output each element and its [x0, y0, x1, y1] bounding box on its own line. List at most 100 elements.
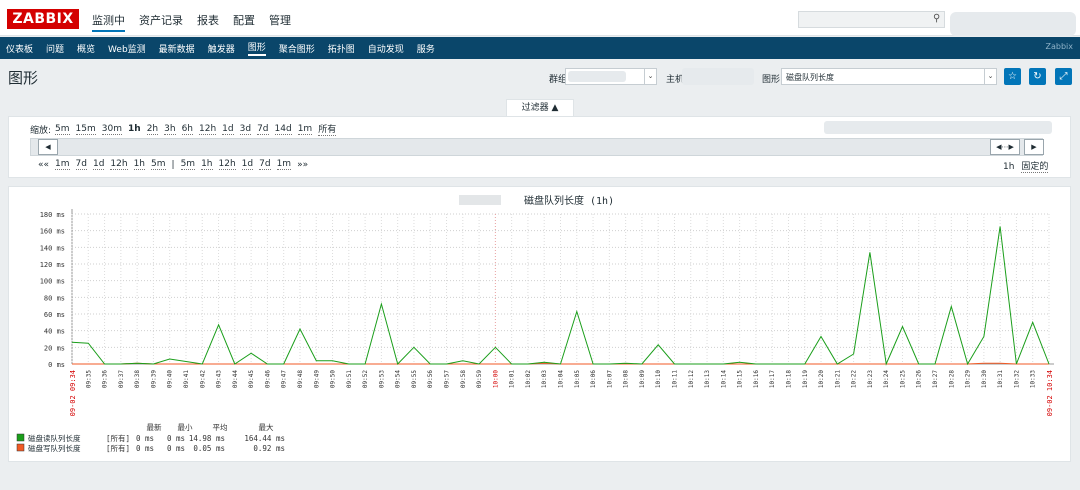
period-fwd[interactable]: 5m [180, 159, 196, 170]
x-tick-label: 10:03 [541, 370, 548, 388]
x-tick-label: 09:41 [183, 370, 190, 388]
x-tick-label: 09:38 [134, 370, 141, 388]
subnav-problems[interactable]: 问题 [46, 42, 64, 55]
zoom-option[interactable]: 3h [164, 124, 176, 135]
menu-configuration[interactable]: 配置 [233, 12, 255, 32]
legend-value: 14.98 ms [189, 434, 225, 443]
period-suffix: »» [297, 159, 309, 170]
x-tick-label: 10:11 [671, 370, 678, 388]
group-select[interactable]: ⌄ [565, 68, 657, 85]
menu-reports[interactable]: 报表 [197, 12, 219, 32]
x-tick-label: 09:47 [281, 370, 288, 388]
y-ticks: 180 ms 160 ms 140 ms 120 ms 100 ms 80 ms 60 ms… [40, 211, 65, 369]
x-tick-label: 09:43 [216, 370, 223, 388]
graph-select[interactable]: 磁盘队列长度 ⌄ [781, 68, 997, 85]
subnav-graphs[interactable]: 图形 [247, 40, 266, 56]
x-tick-label: 10:05 [574, 370, 581, 388]
zoom-option[interactable]: 2h [146, 124, 159, 135]
x-tick-label: 10:13 [704, 370, 711, 388]
search-icon[interactable]: ⚲ [933, 13, 940, 24]
timeline-scrollbar[interactable] [30, 138, 1043, 156]
period-value: 1h [1003, 162, 1015, 172]
period-fwd[interactable]: 7d [259, 159, 271, 170]
x-tick-label: 10:23 [867, 370, 874, 388]
period-fwd[interactable]: 1d [241, 159, 254, 170]
zoom-option[interactable]: 1d [222, 124, 234, 135]
x-tick-label: 10:26 [916, 370, 923, 388]
legend-header: 最小 [178, 423, 193, 432]
timeline-handle[interactable]: ◀⋯▶ [990, 139, 1020, 155]
x-tick-label: 10:32 [1013, 370, 1020, 388]
subnav-latest-data[interactable]: 最新数据 [159, 42, 195, 55]
subnav-overview[interactable]: 概览 [77, 42, 95, 55]
legend-scope: [所有] [106, 443, 130, 453]
legend-header: 最新 [147, 422, 162, 432]
period-info: 1h 固定的 [999, 159, 1049, 173]
x-tick-label: 10:19 [802, 370, 809, 388]
x-tick-label: 10:18 [785, 370, 792, 388]
x-tick-label: 09:54 [395, 370, 402, 388]
subnav-services[interactable]: 服务 [417, 42, 435, 55]
period-fwd[interactable]: 12h [218, 159, 236, 170]
scroll-right-icon[interactable]: ▶ [1024, 139, 1044, 155]
refresh-icon[interactable]: ↻ [1029, 68, 1046, 85]
period-fwd[interactable]: 1m [276, 159, 292, 170]
top-bar: ZABBIX 监测中 资产记录 报表 配置 管理 ⚲ [0, 0, 1080, 36]
user-area[interactable] [950, 12, 1076, 36]
legend-value: 0.92 ms [253, 444, 285, 453]
x-tick-label: 10:28 [948, 370, 955, 388]
x-tick-label: 10:31 [997, 370, 1004, 388]
period-fwd[interactable]: 1h [201, 159, 213, 170]
x-tick-label: 10:29 [965, 370, 972, 388]
zoom-option[interactable]: 7d [257, 124, 269, 135]
x-tick-label: 09:59 [476, 370, 483, 388]
zoom-option[interactable]: 5m [55, 124, 70, 135]
x-tick-label: 10:21 [834, 370, 841, 388]
zoom-row: 缩放: 5m 15m 30m 1h 2h 3h 6h 12h 1d 3d 7d … [30, 122, 342, 136]
zoom-option[interactable]: 12h [199, 124, 217, 135]
time-range-redacted [824, 121, 1052, 134]
zoom-option[interactable]: 14d [274, 124, 292, 135]
subnav-maps[interactable]: 拓扑图 [328, 42, 355, 55]
period-back[interactable]: 12h [110, 159, 128, 170]
subnav-dashboard[interactable]: 仪表板 [6, 42, 33, 55]
subnav-triggers[interactable]: 触发器 [208, 42, 235, 55]
subnav-screens[interactable]: 聚合图形 [279, 42, 315, 55]
zoom-option[interactable]: 30m [101, 124, 123, 135]
menu-monitoring[interactable]: 监测中 [92, 12, 125, 32]
x-tick-label: 10:27 [932, 370, 939, 388]
search-input[interactable] [798, 11, 945, 28]
main-menu: 监测中 资产记录 报表 配置 管理 [92, 12, 305, 32]
x-tick-label: 09:52 [362, 370, 369, 388]
group-value-redacted [568, 71, 626, 82]
y-tick-label: 20 ms [44, 344, 65, 352]
sub-navigation: 仪表板 问题 概览 Web监测 最新数据 触发器 图形 聚合图形 拓扑图 自动发… [0, 37, 1080, 59]
period-back[interactable]: 1d [92, 159, 105, 170]
zoom-option-active[interactable]: 1h [128, 124, 141, 134]
period-back[interactable]: 5m [151, 159, 166, 170]
x-tick-label: 10:17 [769, 370, 776, 388]
legend-header: 最大 [259, 422, 274, 432]
subnav-web[interactable]: Web监测 [108, 42, 146, 55]
x-tick-label: 09:48 [297, 370, 304, 388]
zabbix-logo[interactable]: ZABBIX [7, 9, 79, 29]
legend-swatch [16, 433, 25, 442]
scroll-left-icon[interactable]: ◀ [38, 139, 58, 155]
period-back[interactable]: 7d [75, 159, 87, 170]
fullscreen-icon[interactable]: ⤢ [1055, 68, 1072, 85]
fixed-toggle[interactable]: 固定的 [1021, 162, 1049, 173]
zoom-option[interactable]: 15m [75, 124, 96, 135]
zoom-option[interactable]: 6h [181, 124, 193, 135]
menu-administration[interactable]: 管理 [269, 12, 291, 32]
period-back[interactable]: 1m [55, 159, 70, 170]
x-tick-label: 09:50 [330, 370, 337, 388]
subnav-discovery[interactable]: 自动发现 [368, 42, 404, 55]
host-select[interactable] [682, 68, 754, 85]
zoom-option[interactable]: 3d [239, 124, 252, 135]
zoom-option[interactable]: 所有 [318, 122, 337, 136]
favourite-star-icon[interactable]: ☆ [1004, 68, 1021, 85]
filter-tab[interactable]: 过滤器 ▲ [506, 99, 574, 116]
menu-inventory[interactable]: 资产记录 [139, 12, 183, 32]
zoom-option[interactable]: 1m [297, 124, 313, 135]
period-back[interactable]: 1h [133, 159, 146, 170]
